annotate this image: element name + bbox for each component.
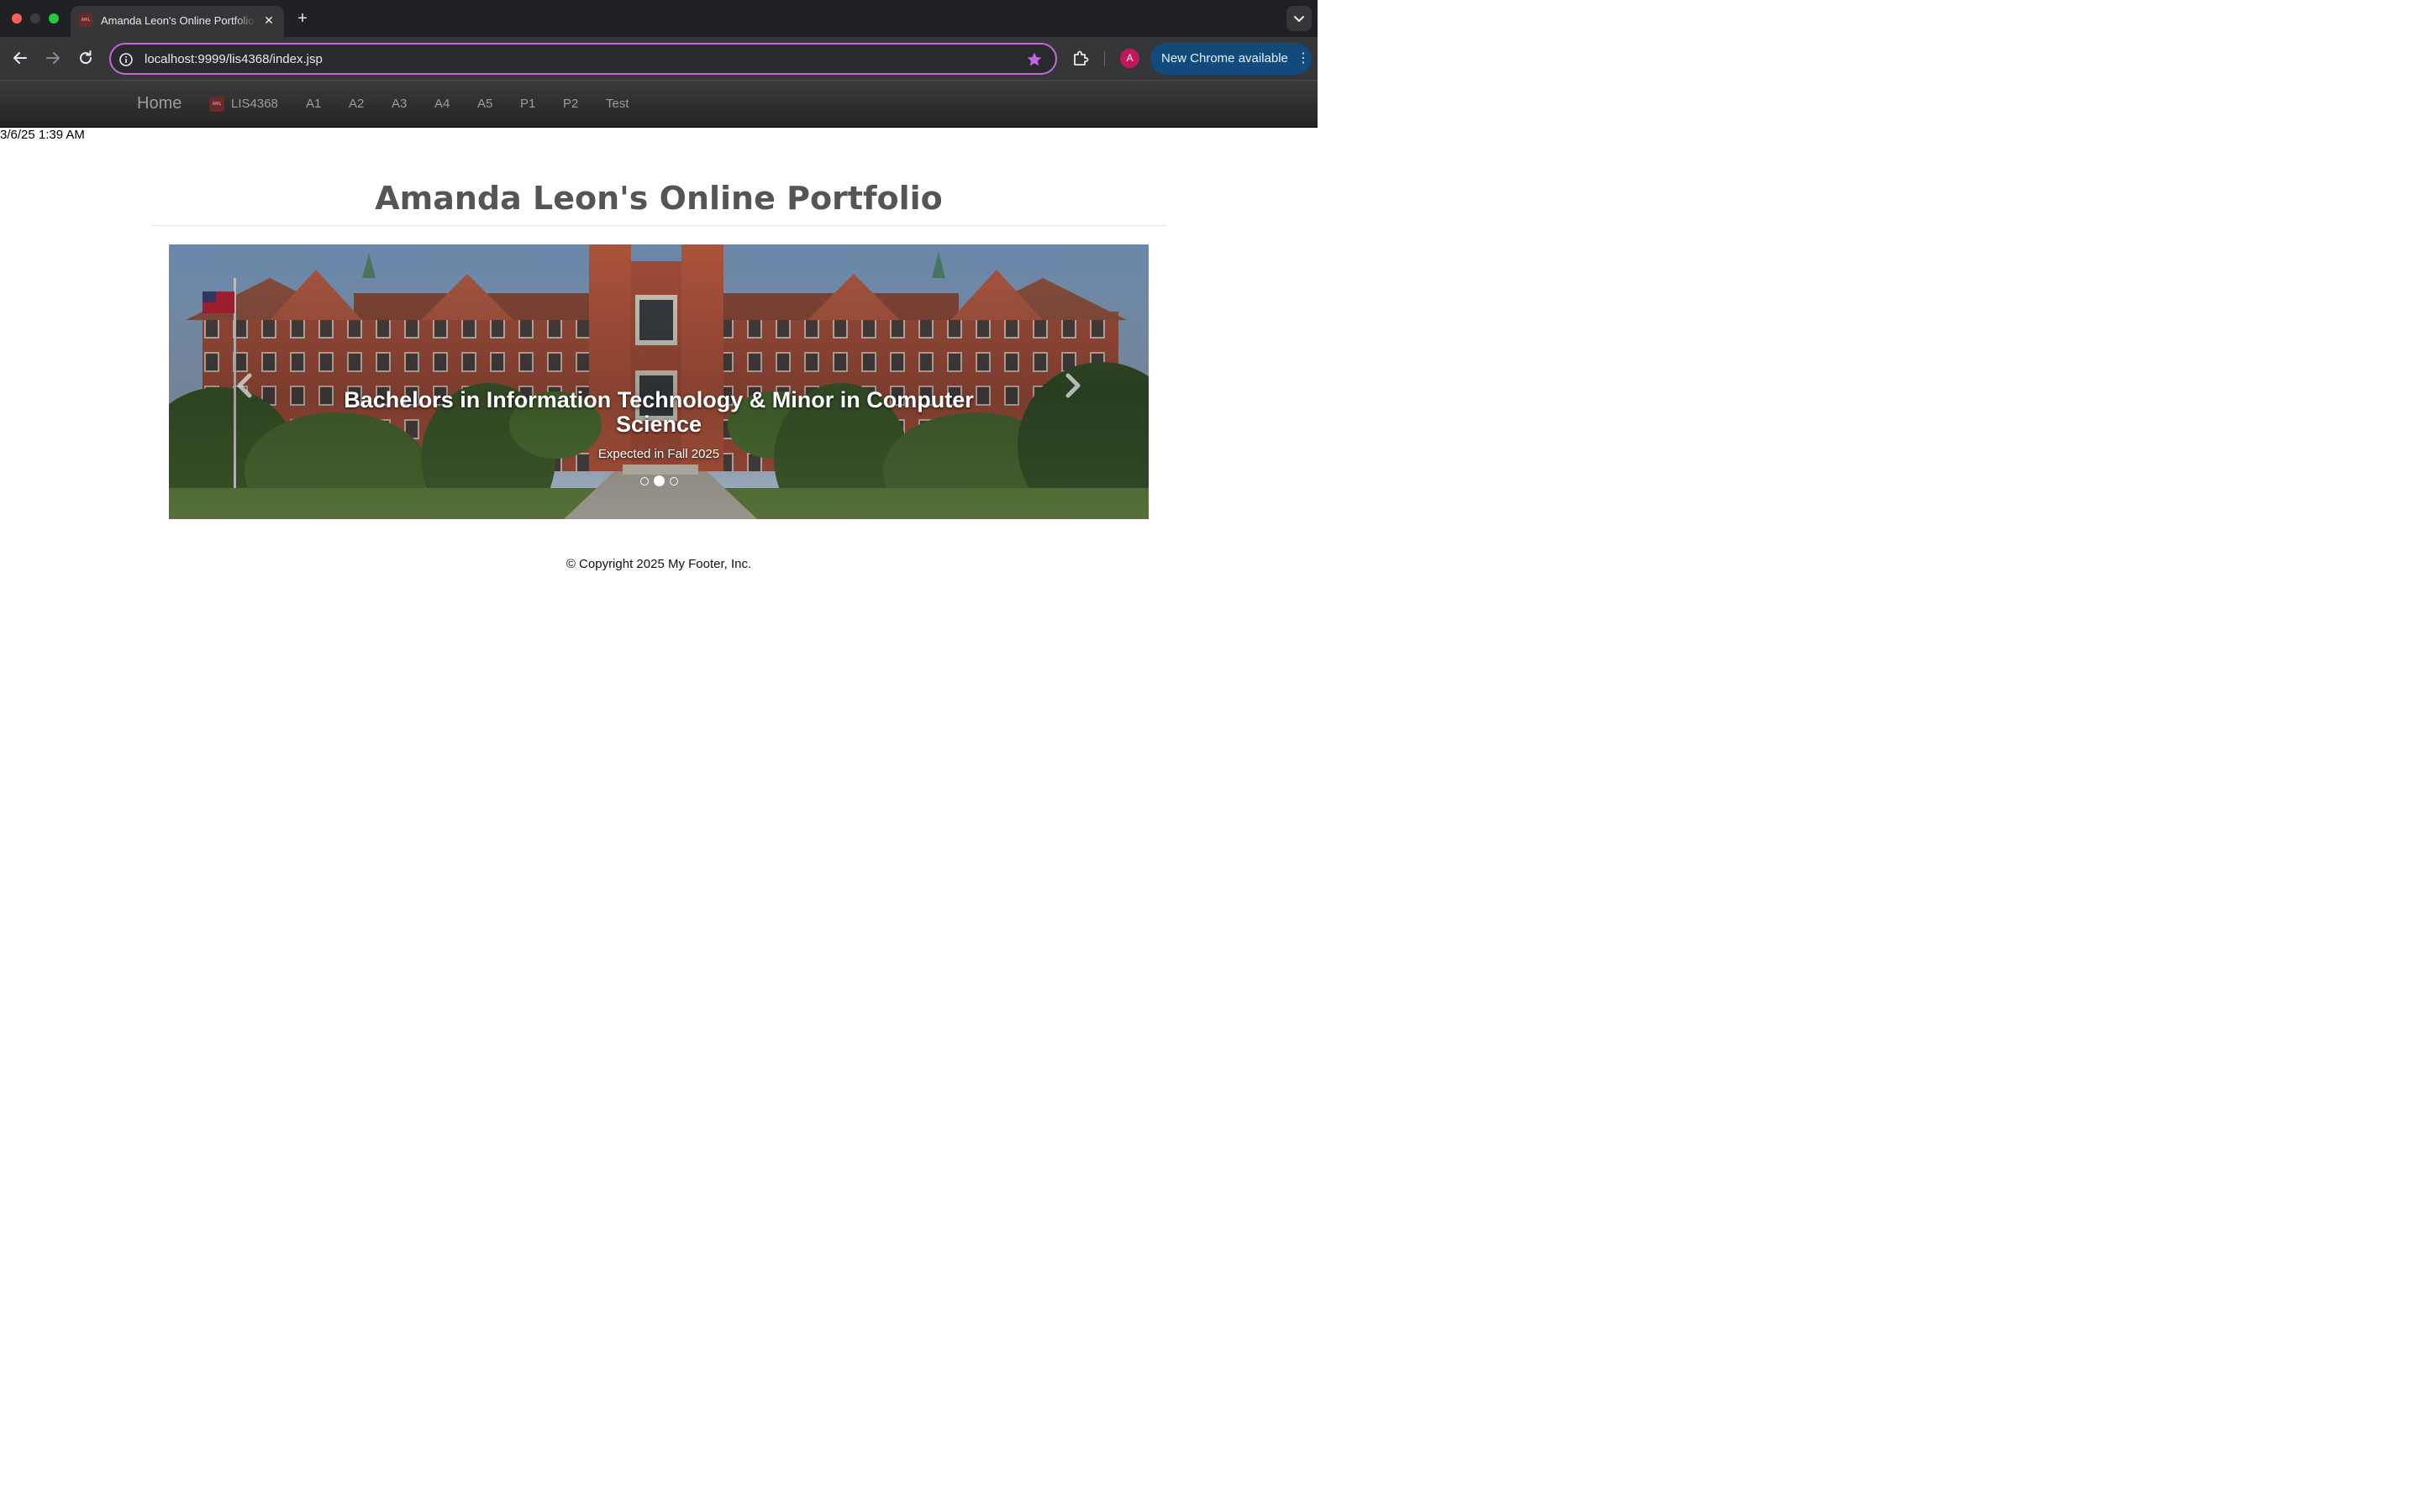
- forward-arrow-icon: [46, 52, 60, 64]
- lis4368-logo-icon: AML: [209, 97, 224, 112]
- nav-link-p1[interactable]: P1: [520, 96, 535, 113]
- page-footer: © Copyright 2025 My Footer, Inc.: [566, 557, 752, 571]
- new-tab-button[interactable]: +: [292, 8, 313, 29]
- tab-strip: AML Amanda Leon's Online Portfolio ✕ +: [0, 0, 1318, 37]
- reload-icon: [80, 50, 92, 65]
- carousel-indicator-1[interactable]: [640, 477, 649, 486]
- update-button-label: New Chrome available: [1161, 51, 1288, 66]
- carousel-caption-subtitle: Expected in Fall 2025: [597, 447, 720, 461]
- new-chrome-available-button[interactable]: New Chrome available ⋮: [1150, 43, 1312, 75]
- nav-link-test[interactable]: Test: [606, 96, 629, 113]
- nav-link-a1[interactable]: A1: [306, 96, 321, 113]
- tab-search-button[interactable]: [1286, 6, 1312, 31]
- toolbar-separator: [1104, 51, 1105, 66]
- profile-avatar[interactable]: A: [1120, 49, 1139, 68]
- close-window-button[interactable]: [12, 13, 22, 24]
- maximize-window-button[interactable]: [49, 13, 59, 24]
- nav-link-p2[interactable]: P2: [563, 96, 578, 113]
- back-arrow-icon: [13, 52, 27, 64]
- browser-tab[interactable]: AML Amanda Leon's Online Portfolio ✕: [71, 6, 284, 37]
- extensions-icon[interactable]: [1071, 48, 1091, 68]
- site-info-icon[interactable]: [118, 52, 134, 67]
- back-button[interactable]: [10, 48, 30, 68]
- carousel: Bachelors in Information Technology & Mi…: [169, 244, 1149, 519]
- site-navbar: Home AML LIS4368 A1 A2 A3 A4 A5 P1 P2 Te…: [0, 81, 1318, 128]
- address-text[interactable]: localhost:9999/lis4368/index.jsp: [145, 51, 323, 68]
- tab-title: Amanda Leon's Online Portfolio: [101, 14, 255, 27]
- bookmark-star-icon[interactable]: [1025, 50, 1044, 69]
- carousel-indicator-2[interactable]: [654, 475, 665, 486]
- nav-link-a4[interactable]: A4: [434, 96, 450, 113]
- address-bar[interactable]: localhost:9999/lis4368/index.jsp: [109, 43, 1057, 75]
- page-title: Amanda Leon's Online Portfolio: [375, 180, 943, 217]
- nav-home-link[interactable]: Home: [137, 93, 182, 113]
- carousel-indicators: [639, 475, 681, 487]
- more-menu-icon[interactable]: ⋮: [1297, 51, 1310, 66]
- carousel-indicator-3[interactable]: [670, 477, 678, 486]
- reload-button[interactable]: [76, 48, 96, 68]
- nav-link-a5[interactable]: A5: [477, 96, 492, 113]
- title-divider: [151, 225, 1166, 226]
- tab-favicon-icon: AML: [79, 13, 92, 27]
- carousel-prev-icon[interactable]: [233, 370, 258, 401]
- current-datetime: 3/6/25 1:39 AM: [0, 128, 85, 142]
- forward-button[interactable]: [43, 48, 63, 68]
- tab-close-icon[interactable]: ✕: [261, 13, 276, 28]
- nav-link-a2[interactable]: A2: [349, 96, 364, 113]
- tab-search-chevron-icon: [1294, 16, 1304, 22]
- carousel-next-icon[interactable]: [1060, 370, 1085, 401]
- browser-toolbar: localhost:9999/lis4368/index.jsp A New C…: [0, 37, 1318, 81]
- nav-link-a3[interactable]: A3: [392, 96, 407, 113]
- carousel-caption-title: Bachelors in Information Technology & Mi…: [344, 387, 974, 437]
- nav-link-lis4368[interactable]: LIS4368: [231, 96, 278, 113]
- minimize-window-button[interactable]: [30, 13, 40, 24]
